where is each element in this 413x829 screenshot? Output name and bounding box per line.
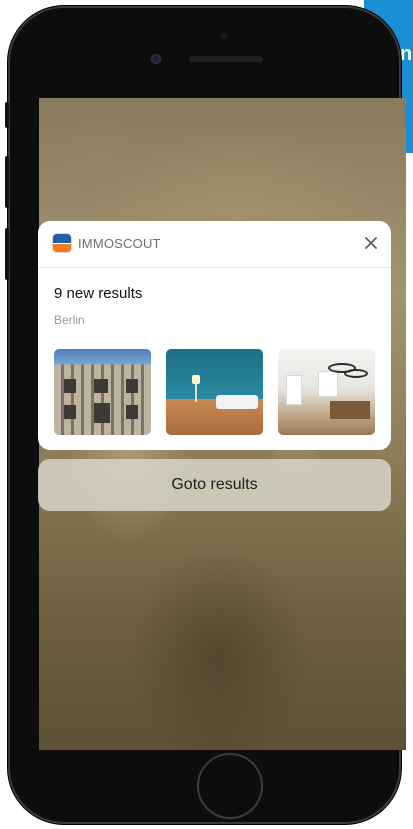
immoscout-app-icon [53, 234, 71, 252]
close-icon[interactable] [360, 232, 382, 254]
home-button[interactable] [197, 753, 263, 819]
notification-location: Berlin [54, 313, 85, 327]
mute-switch [5, 102, 9, 128]
notification-card[interactable]: IMMOSCOUT 9 new results Berlin [38, 221, 391, 450]
goto-results-button[interactable]: Goto results [38, 459, 391, 511]
notification-header: IMMOSCOUT [38, 221, 391, 268]
app-name: IMMOSCOUT [78, 236, 161, 251]
volume-up-button [5, 156, 9, 208]
notification-title: 9 new results [54, 285, 143, 302]
building-facade-thumbnail[interactable] [54, 349, 151, 435]
living-room-thumbnail[interactable] [166, 349, 263, 435]
earpiece-speaker [189, 56, 263, 62]
banner-text: n [400, 43, 413, 65]
kitchen-interior-thumbnail[interactable] [278, 349, 375, 435]
volume-down-button [5, 228, 9, 280]
front-camera [151, 54, 161, 64]
proximity-sensor [221, 33, 227, 39]
